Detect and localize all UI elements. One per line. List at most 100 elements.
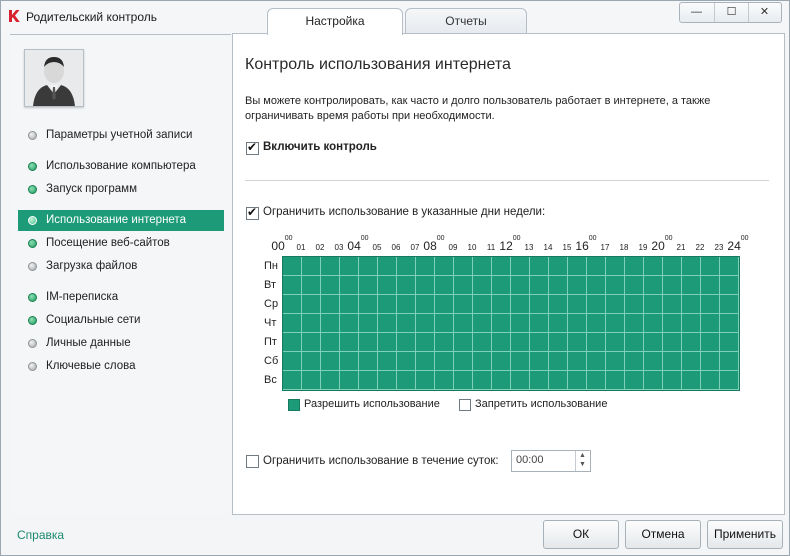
schedule-cell[interactable] [454, 257, 473, 276]
schedule-cell[interactable] [644, 257, 663, 276]
schedule-cell[interactable] [378, 295, 397, 314]
sidebar-item[interactable]: Параметры учетной записи [18, 125, 224, 146]
schedule-cell[interactable] [473, 257, 492, 276]
schedule-cell[interactable] [416, 352, 435, 371]
schedule-cell[interactable] [321, 314, 340, 333]
schedule-cell[interactable] [435, 314, 454, 333]
schedule-cell[interactable] [454, 352, 473, 371]
schedule-cell[interactable] [606, 371, 625, 390]
schedule-cell[interactable] [587, 352, 606, 371]
schedule-cell[interactable] [549, 276, 568, 295]
schedule-cell[interactable] [321, 333, 340, 352]
schedule-cell[interactable] [397, 333, 416, 352]
schedule-cell[interactable] [416, 371, 435, 390]
schedule-cell[interactable] [701, 333, 720, 352]
schedule-cell[interactable] [473, 314, 492, 333]
schedule-cell[interactable] [416, 257, 435, 276]
schedule-cell[interactable] [283, 352, 302, 371]
schedule-cell[interactable] [568, 333, 587, 352]
sidebar-item[interactable]: Использование компьютера [18, 156, 224, 177]
schedule-cell[interactable] [682, 295, 701, 314]
schedule-cell[interactable] [435, 352, 454, 371]
schedule-cell[interactable] [530, 295, 549, 314]
arrow-up-icon[interactable]: ▲ [579, 452, 586, 459]
schedule-cell[interactable] [302, 371, 321, 390]
user-avatar[interactable] [24, 49, 84, 107]
schedule-cell[interactable] [359, 371, 378, 390]
enable-control-checkbox[interactable]: ✔ [246, 140, 259, 155]
schedule-cell[interactable] [511, 352, 530, 371]
schedule-cell[interactable] [397, 295, 416, 314]
ok-button[interactable]: ОК [543, 520, 619, 549]
schedule-cell[interactable] [511, 314, 530, 333]
schedule-cell[interactable] [587, 276, 606, 295]
schedule-cell[interactable] [454, 276, 473, 295]
schedule-cell[interactable] [397, 276, 416, 295]
schedule-cell[interactable] [701, 276, 720, 295]
schedule-cell[interactable] [435, 276, 454, 295]
schedule-cell[interactable] [302, 295, 321, 314]
arrow-down-icon[interactable]: ▼ [579, 461, 586, 468]
schedule-cell[interactable] [511, 371, 530, 390]
schedule-cell[interactable] [701, 295, 720, 314]
schedule-cell[interactable] [511, 257, 530, 276]
schedule-cell[interactable] [397, 257, 416, 276]
schedule-cell[interactable] [302, 314, 321, 333]
schedule-cell[interactable] [435, 257, 454, 276]
schedule-cell[interactable] [378, 352, 397, 371]
schedule-cell[interactable] [701, 371, 720, 390]
schedule-cell[interactable] [321, 257, 340, 276]
schedule-cell[interactable] [587, 257, 606, 276]
schedule-cell[interactable] [340, 257, 359, 276]
schedule-cell[interactable] [511, 333, 530, 352]
schedule-cell[interactable] [625, 314, 644, 333]
tab-settings[interactable]: Настройка [267, 8, 403, 35]
schedule-cell[interactable] [492, 257, 511, 276]
schedule-cell[interactable] [283, 371, 302, 390]
schedule-cell[interactable] [625, 295, 644, 314]
schedule-cell[interactable] [682, 276, 701, 295]
schedule-cell[interactable] [378, 257, 397, 276]
schedule-cell[interactable] [302, 333, 321, 352]
schedule-cell[interactable] [549, 295, 568, 314]
schedule-cell[interactable] [720, 371, 739, 390]
schedule-cell[interactable] [682, 352, 701, 371]
schedule-cell[interactable] [302, 352, 321, 371]
schedule-cell[interactable] [663, 352, 682, 371]
schedule-cell[interactable] [701, 352, 720, 371]
schedule-cell[interactable] [625, 352, 644, 371]
sidebar-item[interactable]: Использование интернета [18, 210, 224, 231]
schedule-grid[interactable] [282, 256, 740, 391]
schedule-cell[interactable] [283, 257, 302, 276]
schedule-cell[interactable] [359, 295, 378, 314]
schedule-cell[interactable] [397, 371, 416, 390]
schedule-cell[interactable] [283, 314, 302, 333]
schedule-cell[interactable] [473, 276, 492, 295]
schedule-cell[interactable] [625, 333, 644, 352]
schedule-cell[interactable] [511, 276, 530, 295]
schedule-cell[interactable] [321, 295, 340, 314]
schedule-cell[interactable] [720, 295, 739, 314]
schedule-cell[interactable] [549, 333, 568, 352]
schedule-cell[interactable] [416, 295, 435, 314]
schedule-cell[interactable] [663, 314, 682, 333]
schedule-cell[interactable] [720, 352, 739, 371]
schedule-cell[interactable] [663, 276, 682, 295]
schedule-cell[interactable] [663, 371, 682, 390]
schedule-cell[interactable] [359, 276, 378, 295]
schedule-cell[interactable] [321, 352, 340, 371]
schedule-cell[interactable] [492, 371, 511, 390]
schedule-cell[interactable] [625, 276, 644, 295]
schedule-cell[interactable] [511, 295, 530, 314]
schedule-cell[interactable] [663, 257, 682, 276]
sidebar-item[interactable]: Социальные сети [18, 310, 224, 331]
schedule-cell[interactable] [416, 333, 435, 352]
schedule-cell[interactable] [587, 333, 606, 352]
schedule-cell[interactable] [682, 314, 701, 333]
schedule-cell[interactable] [378, 333, 397, 352]
schedule-cell[interactable] [549, 371, 568, 390]
schedule-cell[interactable] [492, 295, 511, 314]
schedule-cell[interactable] [321, 371, 340, 390]
schedule-cell[interactable] [435, 371, 454, 390]
schedule-cell[interactable] [416, 276, 435, 295]
